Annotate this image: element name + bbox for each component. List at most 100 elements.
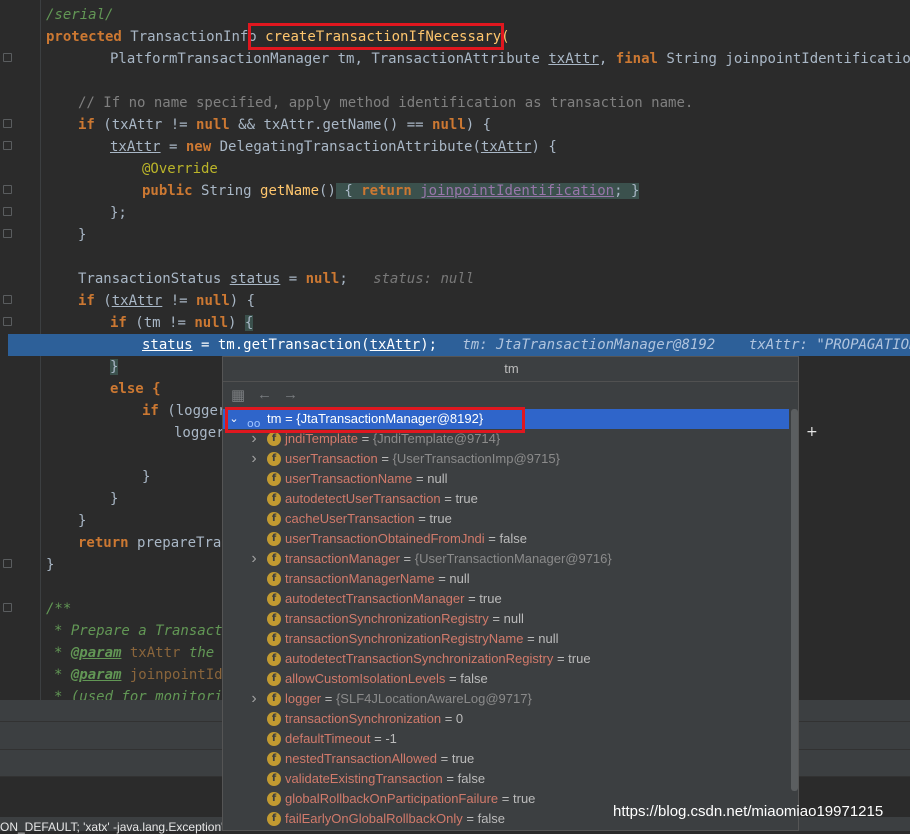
javadoc-param: joinpointIde <box>129 667 232 683</box>
tree-field-row[interactable]: f nestedTransactionAllowed = true <box>223 749 789 769</box>
tree-field-row[interactable]: › f transactionManager = {UserTransactionM… <box>223 549 789 569</box>
code-line: } <box>142 466 150 488</box>
watermark: https://blog.csdn.net/miaomiao19971215 <box>613 803 884 820</box>
scrollbar-thumb[interactable] <box>791 409 798 791</box>
code-line: /** <box>46 598 71 620</box>
field-icon: f <box>267 592 281 606</box>
code-text: } <box>110 491 119 507</box>
fold-marker[interactable] <box>3 207 12 216</box>
code-line: logger <box>174 422 225 444</box>
popup-toolbar: ▦ ← → <box>223 382 798 410</box>
variable: status <box>142 337 193 353</box>
tree-field-row[interactable]: f transactionSynchronizationRegistry = nu… <box>223 609 789 629</box>
code-line: * @param txAttr the T <box>54 645 232 661</box>
field-name: transactionManagerName = null <box>285 571 470 586</box>
tree-field-row[interactable]: f cacheUserTransaction = true <box>223 509 789 529</box>
tree-field-row[interactable]: f transactionSynchronizationRegistryName … <box>223 629 789 649</box>
tree-field-row[interactable]: › f userTransaction = {UserTransactionImp@… <box>223 449 789 469</box>
method-highlight-box <box>248 23 504 50</box>
fold-marker[interactable] <box>3 141 12 150</box>
code-line: * @param joinpointIde <box>54 667 232 683</box>
tree-field-row[interactable]: f validateExistingTransaction = false <box>223 769 789 789</box>
field-name: globalRollbackOnParticipationFailure = t… <box>285 791 536 806</box>
tree-field-row[interactable]: › f logger = {SLF4JLocationAwareLog@9717} <box>223 689 789 709</box>
field-value: null <box>503 611 524 626</box>
code-text: (logger <box>167 403 227 419</box>
annotation: @Override <box>142 161 218 177</box>
keyword: null <box>196 293 230 309</box>
code-text: (txAttr != <box>103 117 197 133</box>
code-line: return prepareTran <box>78 532 230 554</box>
tree-field-row[interactable]: f autodetectTransactionManager = true <box>223 589 789 609</box>
field-value: null <box>538 631 559 646</box>
code-text: != <box>162 293 197 309</box>
code-line: // If no name specified, apply method id… <box>78 92 693 114</box>
fold-marker[interactable] <box>3 53 12 62</box>
chevron-right-icon[interactable]: › <box>249 689 259 709</box>
comma: , <box>598 51 608 67</box>
field-value: -1 <box>385 731 397 746</box>
field-name: nestedTransactionAllowed = true <box>285 751 475 766</box>
fold-marker[interactable] <box>3 559 12 568</box>
equals-sign: = <box>523 631 539 646</box>
field-icon: f <box>267 452 281 466</box>
code-line: * (used for monitorin <box>54 686 231 700</box>
fold-marker[interactable] <box>3 317 12 326</box>
back-arrow-icon[interactable]: ← <box>257 386 272 403</box>
field-icon: f <box>267 532 281 546</box>
brace: } <box>630 183 640 199</box>
field-name: validateExistingTransaction = false <box>285 771 486 786</box>
debug-value-popup[interactable]: tm ▦ ← → ⌄ oo tm = {JtaTransactionManage… <box>222 356 799 831</box>
tree-icon[interactable]: ▦ <box>231 386 245 404</box>
field-value: true <box>513 791 536 806</box>
keyword: null <box>305 271 340 287</box>
line-comment: // If no name specified, apply method id… <box>78 95 694 111</box>
variable: txAttr <box>369 337 421 353</box>
tree-field-row[interactable]: f transactionSynchronization = 0 <box>223 709 789 729</box>
fold-marker[interactable] <box>3 229 12 238</box>
code-text: = <box>160 139 186 155</box>
equals-sign: = <box>441 711 456 726</box>
equals-sign: = <box>484 531 500 546</box>
tree-field-row[interactable]: f transactionManagerName = null <box>223 569 789 589</box>
code-line: }; <box>110 202 127 224</box>
fold-marker[interactable] <box>3 185 12 194</box>
scrollbar[interactable] <box>789 409 798 830</box>
field-icon: f <box>267 652 281 666</box>
tree-field-row[interactable]: f defaultTimeout = -1 <box>223 729 789 749</box>
field-value: null <box>427 471 448 486</box>
return-type: String <box>201 183 252 199</box>
inline-debug-value: tm: JtaTransactionManager@8192 txAttr: "… <box>462 337 910 353</box>
field-ref: joinpointIdentification <box>420 183 615 199</box>
forward-arrow-icon[interactable]: → <box>283 386 298 403</box>
tree-field-row[interactable]: f userTransactionObtainedFromJndi = false <box>223 529 789 549</box>
tree-field-row[interactable]: f userTransactionName = null <box>223 469 789 489</box>
field-value: true <box>455 491 478 506</box>
code-line-current: status = tm.getTransaction(txAttr); tm: … <box>142 334 910 356</box>
code-line: if (tm != null) { <box>110 312 254 334</box>
variable: txAttr <box>111 293 163 309</box>
variable: status <box>229 271 281 287</box>
keyword: null <box>196 117 230 133</box>
code-line: if (txAttr != null && txAttr.getName() =… <box>78 114 491 136</box>
popup-title: tm <box>223 357 798 382</box>
tree-field-row[interactable]: f allowCustomIsolationLevels = false <box>223 669 789 689</box>
javadoc-tag: @param <box>70 645 122 661</box>
field-icon: f <box>267 512 281 526</box>
keyword: new <box>185 139 212 155</box>
field-name: defaultTimeout = -1 <box>285 731 397 746</box>
method-call: getName <box>322 117 382 133</box>
variable: txAttr <box>480 139 532 155</box>
tree-field-row[interactable]: f autodetectUserTransaction = true <box>223 489 789 509</box>
chevron-right-icon[interactable]: › <box>249 449 259 469</box>
chevron-right-icon[interactable]: › <box>249 549 259 569</box>
fold-marker[interactable] <box>3 603 12 612</box>
doc-comment: * (used for monitorin <box>54 689 232 700</box>
tree-field-row[interactable]: f autodetectTransactionSynchronizationReg… <box>223 649 789 669</box>
fold-marker[interactable] <box>3 119 12 128</box>
keyword: if <box>78 117 95 133</box>
keyword: if <box>110 315 127 331</box>
code-text: && txAttr. <box>229 117 323 133</box>
folded-block[interactable]: { return joinpointIdentification; } <box>335 183 640 199</box>
fold-marker[interactable] <box>3 295 12 304</box>
